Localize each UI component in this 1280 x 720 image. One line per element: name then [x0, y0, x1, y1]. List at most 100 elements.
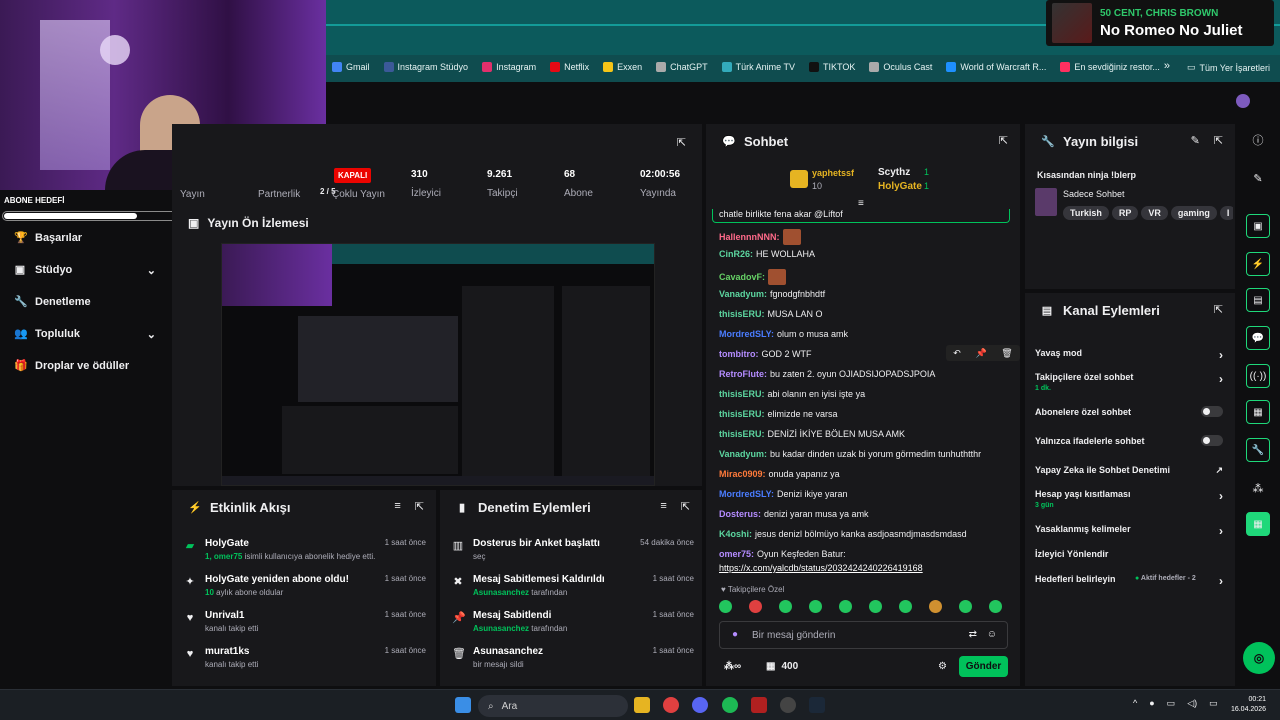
battery-icon[interactable]: ▭: [1209, 698, 1218, 709]
bookmark-item[interactable]: Gmail: [332, 62, 370, 72]
app-icon[interactable]: [751, 697, 767, 713]
expand-icon[interactable]: ⇱: [1214, 303, 1223, 316]
sidebar-item-achievements[interactable]: 🏆 Başarılar: [0, 222, 172, 254]
settings-gear-icon[interactable]: ⚙: [938, 661, 947, 672]
sidebar-item-community[interactable]: 👥 Topluluk ⌄: [0, 318, 172, 350]
bookmark-item[interactable]: Exxen: [603, 62, 642, 72]
chat-username[interactable]: K4oshi:: [719, 529, 752, 539]
emote-icon[interactable]: [899, 600, 912, 613]
bookmark-item[interactable]: TIKTOK: [809, 62, 855, 72]
sidebar-item-drops[interactable]: 🎁 Droplar ve ödüller: [0, 350, 172, 382]
bookmark-item[interactable]: En sevdiğiniz restor...: [1060, 62, 1160, 72]
goals-item[interactable]: Hedefleri belirleyin ● Aktif hedefler - 2…: [1035, 574, 1225, 588]
trash-icon[interactable]: 🗑: [1001, 345, 1012, 361]
app-icon[interactable]: [780, 697, 796, 713]
mic-icon[interactable]: ●: [1149, 698, 1154, 709]
filter-icon[interactable]: ≡: [660, 500, 666, 513]
tag[interactable]: VR: [1141, 206, 1168, 220]
ai-moderation-item[interactable]: Yapay Zeka ile Sohbet Denetimi ↗: [1035, 465, 1225, 475]
chrome-icon[interactable]: [663, 697, 679, 713]
stream-preview-image[interactable]: [221, 243, 655, 486]
chat-username[interactable]: thisisERU:: [719, 309, 765, 319]
bookmark-item[interactable]: Netflix: [550, 62, 589, 72]
chat-username[interactable]: thisisERU:: [719, 389, 765, 399]
emoji-icon[interactable]: ☺: [987, 629, 997, 640]
app-icon[interactable]: ▦: [1246, 512, 1270, 536]
tag[interactable]: I: [1219, 206, 1233, 220]
chat-link[interactable]: https://x.com/yalcdb/status/203242424022…: [719, 563, 923, 573]
bookmark-item[interactable]: ChatGPT: [656, 62, 708, 72]
edit-icon[interactable]: ✎: [1246, 166, 1270, 190]
bookmark-item[interactable]: Oculus Cast: [869, 62, 932, 72]
steam-icon[interactable]: [809, 697, 825, 713]
chat-username[interactable]: CavadovF:: [719, 272, 765, 282]
emote-icon[interactable]: [869, 600, 882, 613]
windows-start-icon[interactable]: [455, 697, 471, 713]
info-icon[interactable]: ⓘ: [1246, 128, 1270, 152]
bookmark-item[interactable]: Türk Anime TV: [721, 62, 795, 72]
notes-icon[interactable]: ▤: [1246, 288, 1270, 312]
followers-only-item[interactable]: Takipçilere özel sohbet 1 dk. ›: [1035, 372, 1225, 392]
chatters-icon[interactable]: ⁂∞: [724, 661, 741, 672]
raid-item[interactable]: İzleyici Yönlendir: [1035, 549, 1225, 559]
expand-icon[interactable]: ⇱: [681, 500, 690, 513]
bookmark-item[interactable]: World of Warcraft R...: [946, 62, 1046, 72]
edit-icon[interactable]: ✎: [1191, 134, 1200, 147]
filter-icon[interactable]: ≡: [394, 500, 400, 513]
wrench-icon[interactable]: 🔧: [1246, 438, 1270, 462]
chat-username[interactable]: Dosterus:: [719, 509, 761, 519]
chat-username[interactable]: Mirac0909:: [719, 469, 766, 479]
chat-username[interactable]: HallennnNNN:: [719, 232, 780, 242]
emote-icon[interactable]: [809, 600, 822, 613]
emote-icon[interactable]: [839, 600, 852, 613]
chat-username[interactable]: thisisERU:: [719, 429, 765, 439]
stats-icon[interactable]: ▦: [1246, 400, 1270, 424]
emote-only-toggle[interactable]: [1201, 435, 1223, 446]
clip-icon[interactable]: ▣: [1246, 214, 1270, 238]
chat-input[interactable]: ● Bir mesaj gönderin ⇄ ☺: [719, 621, 1008, 649]
expand-icon[interactable]: ⇱: [999, 134, 1008, 147]
subs-only-toggle[interactable]: [1201, 406, 1223, 417]
collapse-icon[interactable]: ≡: [858, 198, 864, 209]
chat-username[interactable]: thisisERU:: [719, 409, 765, 419]
channel-points[interactable]: ▦ 400: [766, 661, 798, 672]
sidebar-item-studio[interactable]: ▣ Stüdyo ⌄: [0, 254, 172, 286]
tag[interactable]: Turkish: [1063, 206, 1109, 220]
emote-icon[interactable]: [749, 600, 762, 613]
broadcast-icon[interactable]: ((·)): [1246, 364, 1270, 388]
all-bookmarks-button[interactable]: ▭ Tüm Yer İşaretleri: [1187, 62, 1270, 73]
emote-icon[interactable]: [989, 600, 1002, 613]
account-age-item[interactable]: Hesap yaşı kısıtlaması 3 gün ›: [1035, 489, 1225, 509]
slow-mode-item[interactable]: Yavaş mod ›: [1035, 348, 1225, 362]
file-explorer-icon[interactable]: [634, 697, 650, 713]
chat-username[interactable]: CinR26:: [719, 249, 753, 259]
discord-icon[interactable]: [692, 697, 708, 713]
tag[interactable]: RP: [1111, 206, 1139, 220]
tab-stream[interactable]: Yayın: [180, 188, 205, 200]
chat-username[interactable]: tombitro:: [719, 349, 759, 359]
bookmarks-more-icon[interactable]: »: [1164, 60, 1170, 72]
chat-icon[interactable]: 💬: [1246, 326, 1270, 350]
emote-icon[interactable]: [719, 600, 732, 613]
emote-icon[interactable]: [959, 600, 972, 613]
chevron-up-icon[interactable]: ^: [1133, 698, 1137, 709]
chat-username[interactable]: MordredSLY:: [719, 489, 774, 499]
bolt-icon[interactable]: ⚡: [1246, 252, 1270, 276]
expand-icon[interactable]: ⇱: [1214, 134, 1223, 147]
emote-icon[interactable]: [929, 600, 942, 613]
expand-icon[interactable]: ⇱: [415, 500, 424, 513]
volume-icon[interactable]: ◁): [1187, 698, 1197, 709]
translate-icon[interactable]: ⇄: [969, 629, 977, 640]
chat-username[interactable]: MordredSLY:: [719, 329, 774, 339]
chat-username[interactable]: Vanadyum:: [719, 449, 767, 459]
emote-icon[interactable]: [779, 600, 792, 613]
taskbar-search[interactable]: ⌕ Ara: [478, 695, 628, 717]
help-icon[interactable]: ◎: [1243, 642, 1275, 674]
chat-username[interactable]: Vanadyum:: [719, 289, 767, 299]
avatar[interactable]: [1236, 94, 1250, 108]
pinned-message[interactable]: chatle birlikte fena akar @Liftof: [712, 209, 1010, 223]
banned-words-item[interactable]: Yasaklanmış kelimeler ›: [1035, 524, 1225, 538]
expand-icon[interactable]: ⇱: [677, 136, 686, 149]
chat-username[interactable]: RetroFlute:: [719, 369, 767, 379]
tab-multistream[interactable]: Çoklu Yayın: [332, 188, 385, 200]
